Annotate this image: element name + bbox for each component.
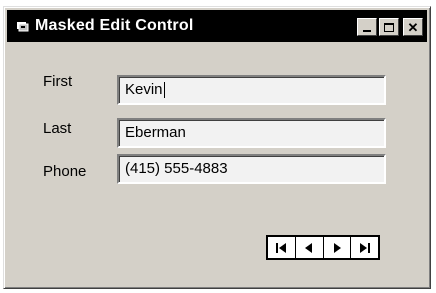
last-record-icon: [359, 242, 370, 253]
last-name-field[interactable]: Eberman: [117, 118, 386, 148]
last-record-button[interactable]: [351, 237, 378, 258]
last-name-value: Eberman: [125, 124, 186, 141]
main-window: Masked Edit Control ✕ First Kevin Last E…: [3, 6, 431, 289]
first-record-button[interactable]: [268, 237, 296, 258]
next-record-button[interactable]: [323, 237, 352, 258]
text-caret: [163, 82, 165, 99]
first-name-label: First: [43, 73, 73, 90]
next-record-icon: [333, 242, 341, 253]
app-icon[interactable]: [16, 19, 30, 33]
phone-label: Phone: [43, 163, 87, 180]
previous-record-button[interactable]: [295, 237, 324, 258]
phone-field[interactable]: (415) 555-4883: [117, 154, 386, 184]
close-button[interactable]: ✕: [403, 18, 423, 36]
window-title: Masked Edit Control: [35, 17, 194, 34]
maximize-button[interactable]: [379, 18, 399, 36]
minimize-button[interactable]: [357, 18, 377, 36]
last-name-label: Last: [43, 120, 72, 137]
phone-value: (415) 555-4883: [125, 160, 228, 177]
first-record-icon: [276, 242, 287, 253]
title-buttons: ✕: [357, 18, 423, 36]
record-navigator: [266, 235, 380, 260]
title-bar[interactable]: Masked Edit Control ✕: [7, 10, 427, 42]
close-icon: ✕: [407, 19, 419, 35]
first-name-value: Kevin: [125, 81, 163, 98]
minimize-icon: [363, 30, 371, 32]
previous-record-icon: [305, 242, 313, 253]
first-name-field[interactable]: Kevin: [117, 75, 386, 105]
maximize-icon: [384, 22, 394, 32]
